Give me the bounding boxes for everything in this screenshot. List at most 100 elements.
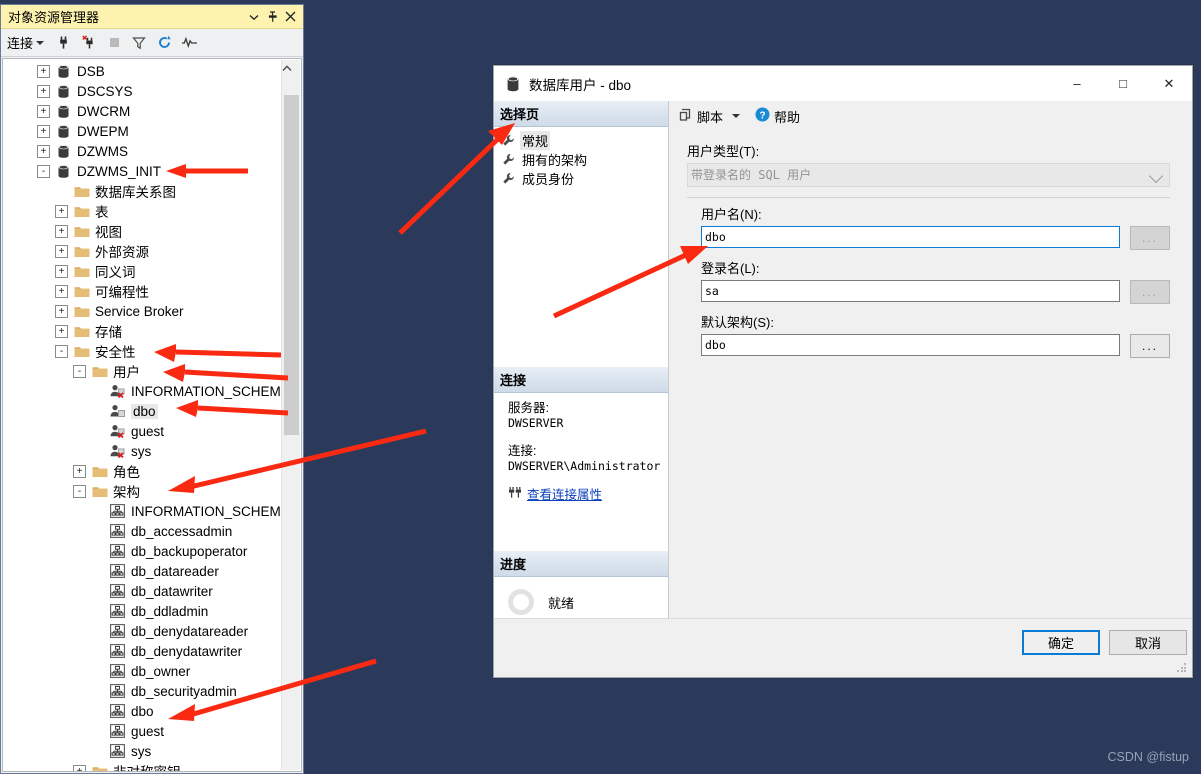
tree-vertical-scrollbar[interactable] [281, 60, 300, 770]
tree-item[interactable]: sys [3, 441, 282, 461]
tree-item[interactable]: + 角色 [3, 461, 282, 481]
tree-item[interactable]: + DSB [3, 61, 282, 81]
tree-item-label: db_accessadmin [131, 523, 233, 539]
tree-item[interactable]: + 可编程性 [3, 281, 282, 301]
connect-icon[interactable] [53, 32, 75, 54]
scroll-up-icon[interactable] [282, 60, 292, 77]
view-connection-properties-row[interactable]: 查看连接属性 [508, 484, 662, 503]
tree-item[interactable]: db_accessadmin [3, 521, 282, 541]
default-schema-browse-button[interactable]: ... [1130, 334, 1170, 358]
tree-item[interactable]: db_securityadmin [3, 681, 282, 701]
form-divider [687, 197, 1170, 198]
page-item-general[interactable]: 常规 [500, 131, 662, 150]
expand-icon[interactable]: + [37, 104, 50, 118]
collapse-icon[interactable]: - [73, 484, 86, 498]
expand-icon[interactable]: + [73, 764, 86, 771]
tree-item[interactable]: + Service Broker [3, 301, 282, 321]
cancel-button[interactable]: 取消 [1109, 630, 1187, 655]
tree-item[interactable]: guest [3, 721, 282, 741]
page-item-membership[interactable]: 成员身份 [500, 169, 662, 188]
tree-item-label: DZWMS [77, 143, 128, 159]
expand-icon[interactable]: + [55, 224, 68, 238]
tree-item[interactable]: db_ddladmin [3, 601, 282, 621]
expand-icon[interactable]: + [55, 324, 68, 338]
user-name-input[interactable] [701, 226, 1120, 248]
close-icon[interactable] [281, 8, 299, 26]
page-item-label: 成员身份 [522, 172, 575, 187]
expand-icon[interactable]: + [55, 204, 68, 218]
folder-icon [91, 363, 108, 379]
tree-item[interactable]: + DZWMS [3, 141, 282, 161]
tree-item[interactable]: - 架构 [3, 481, 282, 501]
user-type-select[interactable]: 带登录名的 SQL 用户 [687, 163, 1170, 187]
tree-item[interactable]: + 外部资源 [3, 241, 282, 261]
pin-icon[interactable] [263, 8, 281, 26]
refresh-icon[interactable] [153, 32, 175, 54]
expand-icon[interactable]: + [55, 244, 68, 258]
ok-button[interactable]: 确定 [1022, 630, 1100, 655]
tree-item[interactable]: db_owner [3, 661, 282, 681]
tree-expander-placeholder [91, 565, 104, 578]
tree-item[interactable]: INFORMATION_SCHEMA [3, 381, 282, 401]
tree-expander-placeholder [91, 385, 104, 398]
expand-icon[interactable]: + [55, 264, 68, 278]
default-schema-input[interactable] [701, 334, 1120, 356]
filter-icon[interactable] [128, 32, 150, 54]
collapse-icon[interactable]: - [55, 344, 68, 358]
close-button[interactable]: ✕ [1146, 67, 1192, 101]
tree-item[interactable]: sys [3, 741, 282, 761]
progress-spinner-icon [508, 589, 534, 615]
expand-icon[interactable]: + [37, 124, 50, 138]
tree-item[interactable]: dbo [3, 701, 282, 721]
activity-monitor-icon[interactable] [178, 32, 200, 54]
tree-item[interactable]: - 安全性 [3, 341, 282, 361]
tree-item[interactable]: db_backupoperator [3, 541, 282, 561]
schema-icon [109, 563, 126, 579]
tree-item[interactable]: + 非对称密钥 [3, 761, 282, 771]
chevron-down-icon[interactable] [245, 8, 263, 26]
user-type-label: 用户类型(T): [687, 144, 760, 159]
help-button[interactable]: ? 帮助 [755, 107, 800, 126]
resize-grip[interactable] [1177, 663, 1187, 673]
expand-icon[interactable]: + [37, 84, 50, 98]
expand-icon[interactable]: + [55, 304, 68, 318]
tree-item[interactable]: + DWCRM [3, 101, 282, 121]
user-name-browse-button[interactable]: ... [1130, 226, 1170, 250]
login-name-input[interactable] [701, 280, 1120, 302]
chevron-down-icon[interactable] [732, 114, 741, 118]
tree-item[interactable]: INFORMATION_SCHEMA [3, 501, 282, 521]
minimize-button[interactable]: – [1054, 67, 1100, 101]
tree-item[interactable]: db_datareader [3, 561, 282, 581]
login-name-browse-button[interactable]: ... [1130, 280, 1170, 304]
user-blocked-icon [109, 383, 126, 399]
database-user-dialog: 数据库用户 - dbo – □ ✕ 选择页 常规 拥有的架构 成员身份 连接 服… [493, 65, 1193, 678]
tree-item[interactable]: + 表 [3, 201, 282, 221]
expand-icon[interactable]: + [73, 464, 86, 478]
tree-item[interactable]: guest [3, 421, 282, 441]
expand-icon[interactable]: + [37, 64, 50, 78]
tree-item[interactable]: - DZWMS_INIT [3, 161, 282, 181]
connect-button[interactable]: 连接 [7, 33, 45, 52]
script-button[interactable]: 脚本 [679, 107, 741, 126]
tree-item[interactable]: db_datawriter [3, 581, 282, 601]
scrollbar-thumb[interactable] [284, 95, 299, 435]
tree-item[interactable]: + DWEPM [3, 121, 282, 141]
tree-item[interactable]: db_denydatareader [3, 621, 282, 641]
tree-item[interactable]: + 视图 [3, 221, 282, 241]
tree-item[interactable]: dbo [3, 401, 282, 421]
disconnect-icon[interactable] [78, 32, 100, 54]
tree-item[interactable]: + 存储 [3, 321, 282, 341]
tree-item[interactable]: db_denydatawriter [3, 641, 282, 661]
object-explorer-tree[interactable]: + DSB + DSCSYS + DWCRM + DWEPM + DZWMS - DZWMS_INIT… [3, 59, 282, 771]
collapse-icon[interactable]: - [73, 364, 86, 378]
tree-item[interactable]: + 同义词 [3, 261, 282, 281]
view-connection-properties-link[interactable]: 查看连接属性 [527, 484, 602, 503]
expand-icon[interactable]: + [55, 284, 68, 298]
expand-icon[interactable]: + [37, 144, 50, 158]
maximize-button[interactable]: □ [1100, 67, 1146, 101]
page-item-owned-schemas[interactable]: 拥有的架构 [500, 150, 662, 169]
collapse-icon[interactable]: - [37, 164, 50, 178]
tree-item[interactable]: + DSCSYS [3, 81, 282, 101]
tree-item[interactable]: 数据库关系图 [3, 181, 282, 201]
tree-item[interactable]: - 用户 [3, 361, 282, 381]
